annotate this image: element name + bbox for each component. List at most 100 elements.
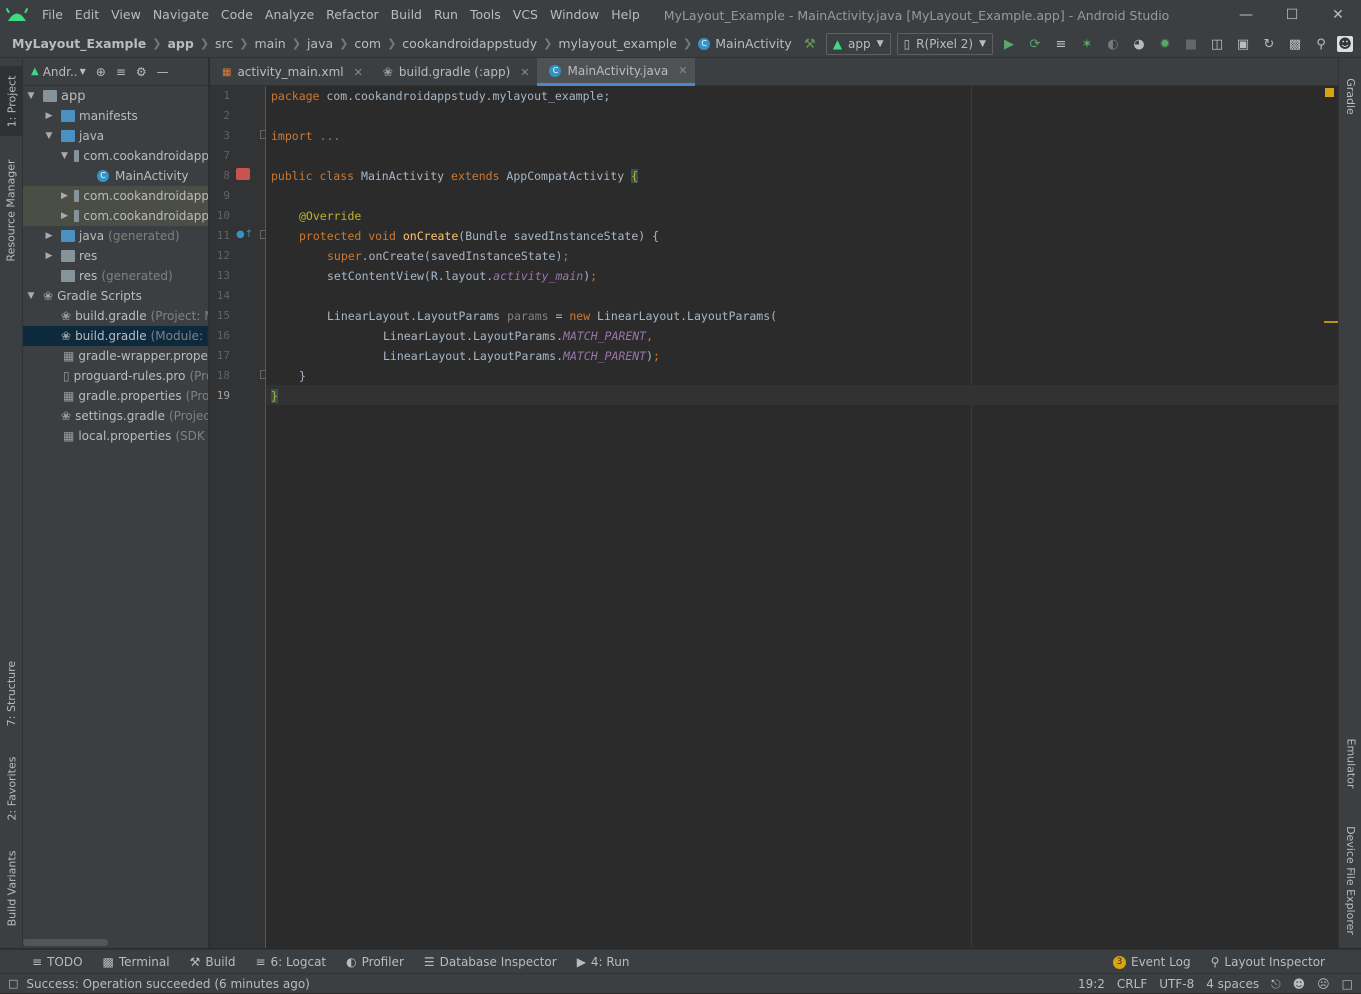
- search-icon[interactable]: ⚲: [1311, 34, 1331, 54]
- run-icon[interactable]: ▶: [999, 34, 1019, 54]
- tool-tab-layout-inspector[interactable]: ⚲ Layout Inspector: [1201, 955, 1335, 969]
- tree-item[interactable]: ▶ java (generated): [23, 226, 208, 246]
- chevron-down-icon[interactable]: ▼: [80, 67, 86, 76]
- tool-tab-build-variants[interactable]: Build Variants: [0, 843, 23, 933]
- tree-item[interactable]: ▶ com.cookandroidapp: [23, 186, 208, 206]
- menu-edit[interactable]: Edit: [69, 0, 105, 30]
- scrollbar-marker[interactable]: [1324, 321, 1338, 323]
- gear-icon[interactable]: ⚙: [136, 65, 147, 79]
- run-config-selector[interactable]: ▲ app ▼: [825, 33, 891, 55]
- menu-refactor[interactable]: Refactor: [320, 0, 384, 30]
- tab-activity-main-xml[interactable]: ▦ activity_main.xml ✕: [210, 58, 371, 86]
- inspection-warning-icon[interactable]: [1325, 88, 1334, 97]
- profile-icon[interactable]: ◐: [1103, 34, 1123, 54]
- tree-item[interactable]: ▦local.properties(SDK Lo: [23, 426, 208, 446]
- tree-item[interactable]: ▶ manifests: [23, 106, 208, 126]
- tool-tab-emulator[interactable]: Emulator: [1339, 728, 1361, 798]
- close-button[interactable]: ✕: [1315, 0, 1361, 30]
- collapse-all-icon[interactable]: ≡: [116, 65, 126, 79]
- close-icon[interactable]: ✕: [520, 66, 529, 79]
- menu-window[interactable]: Window: [544, 0, 605, 30]
- attach-debugger-icon[interactable]: ◕: [1129, 34, 1149, 54]
- menu-vcs[interactable]: VCS: [507, 0, 544, 30]
- toggle-tool-windows-icon[interactable]: □: [8, 977, 18, 990]
- menu-navigate[interactable]: Navigate: [147, 0, 215, 30]
- tool-tab-build[interactable]: ⚒ Build: [180, 955, 246, 969]
- code-editor[interactable]: package com.cookandroidappstudy.mylayout…: [266, 86, 1338, 948]
- tool-tab-todo[interactable]: ≡ TODO: [0, 955, 93, 969]
- project-structure-icon[interactable]: ◫: [1207, 34, 1227, 54]
- caret-position[interactable]: 19:2: [1078, 977, 1105, 991]
- lock-icon[interactable]: ⎋: [1271, 977, 1281, 992]
- tree-item[interactable]: ▦gradle-wrapper.propertie: [23, 346, 208, 366]
- tool-tab-event-log[interactable]: 3 Event Log: [1103, 955, 1201, 969]
- tree-item[interactable]: ▯proguard-rules.pro(Pro: [23, 366, 208, 386]
- sdk-manager-icon[interactable]: ▩: [1285, 34, 1305, 54]
- breadcrumb-item[interactable]: mylayout_example: [558, 36, 677, 51]
- frown-icon[interactable]: ☹: [1317, 977, 1330, 991]
- minimize-button[interactable]: —: [1223, 0, 1269, 30]
- breadcrumb-item[interactable]: src: [215, 36, 233, 51]
- tree-item[interactable]: ▼ app: [23, 86, 208, 106]
- tool-tab-profiler[interactable]: ◐ Profiler: [336, 955, 414, 969]
- breadcrumb-item[interactable]: java: [307, 36, 333, 51]
- tree-item[interactable]: ▶ res: [23, 246, 208, 266]
- tree-item[interactable]: ▼ java: [23, 126, 208, 146]
- menu-file[interactable]: File: [36, 0, 69, 30]
- tree-item[interactable]: ▶ com.cookandroidapp: [23, 206, 208, 226]
- tool-tab-device-file-explorer[interactable]: Device File Explorer: [1339, 818, 1361, 943]
- apply-code-changes-icon[interactable]: ≡: [1051, 34, 1071, 54]
- breadcrumb-item[interactable]: com: [354, 36, 381, 51]
- tab-build-gradle[interactable]: ❀ build.gradle (:app) ✕: [371, 58, 538, 86]
- tool-tab-terminal[interactable]: ▩ Terminal: [93, 955, 180, 969]
- avd-manager-icon[interactable]: ▣: [1233, 34, 1253, 54]
- locate-icon[interactable]: ⊕: [96, 65, 106, 79]
- notifications-icon[interactable]: □: [1342, 977, 1353, 991]
- breadcrumb-item[interactable]: MyLayout_Example: [12, 36, 146, 51]
- tool-tab-favorites[interactable]: 2: Favorites: [0, 748, 23, 828]
- breadcrumb-item[interactable]: main: [255, 36, 286, 51]
- tree-item[interactable]: ❀build.gradle(Module: M: [23, 326, 208, 346]
- file-encoding[interactable]: UTF-8: [1159, 977, 1194, 991]
- override-marker-icon[interactable]: ●↑: [236, 229, 253, 240]
- maximize-button[interactable]: ☐: [1269, 0, 1315, 30]
- horizontal-scrollbar[interactable]: [23, 939, 108, 946]
- tool-tab-run[interactable]: ▶ 4: Run: [567, 955, 640, 969]
- debug-icon[interactable]: ✶: [1077, 34, 1097, 54]
- tool-tab-database-inspector[interactable]: ☰ Database Inspector: [414, 955, 567, 969]
- tree-item[interactable]: ▦gradle.properties(Projec: [23, 386, 208, 406]
- code-token[interactable]: ...: [313, 129, 340, 143]
- tool-tab-logcat[interactable]: ≡ 6: Logcat: [245, 955, 336, 969]
- tab-mainactivity-java[interactable]: C MainActivity.java ✕: [537, 58, 696, 86]
- menu-help[interactable]: Help: [605, 0, 646, 30]
- line-separator[interactable]: CRLF: [1117, 977, 1147, 991]
- smiley-icon[interactable]: ☻: [1293, 977, 1306, 991]
- attach-process-icon[interactable]: ✹: [1155, 34, 1175, 54]
- indent-setting[interactable]: 4 spaces: [1206, 977, 1259, 991]
- tool-tab-resource-manager[interactable]: Resource Manager: [0, 153, 23, 268]
- tree-item[interactable]: C MainActivity: [23, 166, 208, 186]
- project-view-selector[interactable]: Andr..: [43, 65, 78, 79]
- apply-changes-icon[interactable]: ⟳: [1025, 34, 1045, 54]
- menu-analyze[interactable]: Analyze: [259, 0, 320, 30]
- tool-tab-project[interactable]: 1: Project: [0, 66, 23, 136]
- tree-item[interactable]: ▼ com.cookandroidapp: [23, 146, 208, 166]
- close-icon[interactable]: ✕: [678, 64, 687, 77]
- activity-marker-icon[interactable]: [236, 168, 250, 180]
- breadcrumb-item[interactable]: app: [167, 36, 193, 51]
- breadcrumb-item[interactable]: cookandroidappstudy: [402, 36, 537, 51]
- tree-item[interactable]: ▼ ❀ Gradle Scripts: [23, 286, 208, 306]
- tool-tab-structure[interactable]: 7: Structure: [0, 653, 23, 733]
- stop-icon[interactable]: ■: [1181, 34, 1201, 54]
- tool-tab-gradle[interactable]: Gradle: [1339, 66, 1361, 126]
- sync-gradle-icon[interactable]: ↻: [1259, 34, 1279, 54]
- device-selector[interactable]: ▯ R(Pixel 2) ▼: [896, 33, 993, 55]
- menu-code[interactable]: Code: [215, 0, 259, 30]
- tree-item[interactable]: ❀build.gradle(Project: My: [23, 306, 208, 326]
- tree-item[interactable]: ❀settings.gradle(Project S: [23, 406, 208, 426]
- menu-run[interactable]: Run: [428, 0, 464, 30]
- menu-build[interactable]: Build: [385, 0, 428, 30]
- hide-icon[interactable]: —: [157, 65, 169, 79]
- menu-tools[interactable]: Tools: [464, 0, 507, 30]
- tree-item[interactable]: res (generated): [23, 266, 208, 286]
